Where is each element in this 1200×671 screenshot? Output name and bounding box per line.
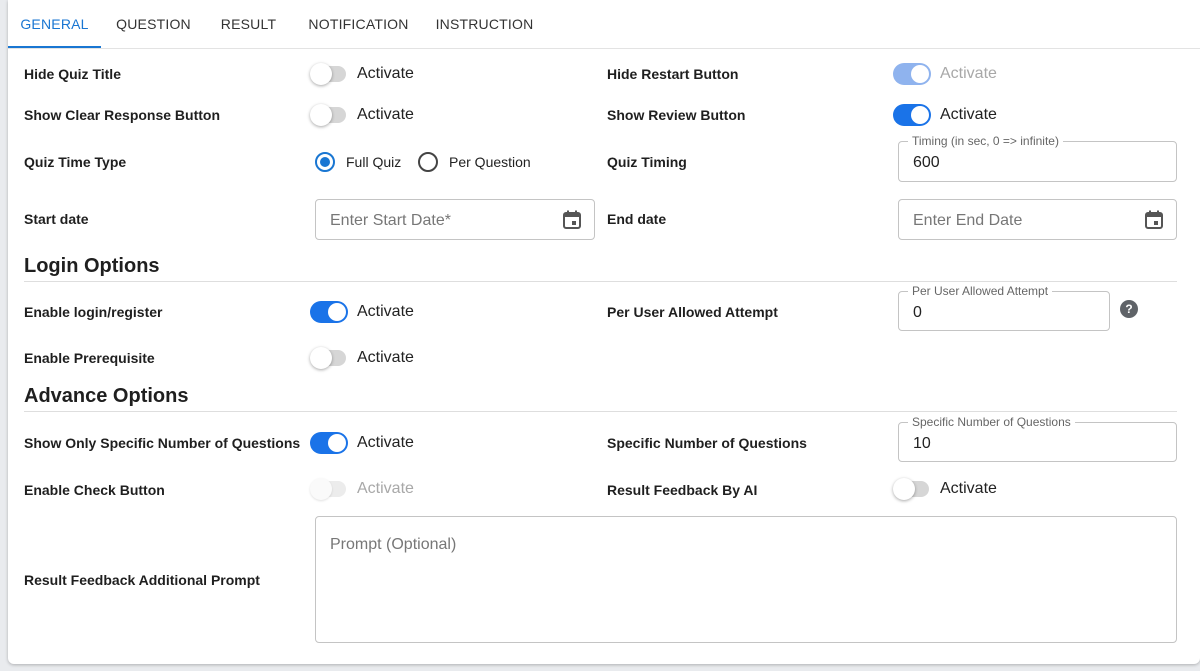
specific-number-field-label: Specific Number of Questions [908,416,1075,428]
advance-options-divider [24,411,1177,412]
end-date-label: End date [607,211,667,227]
login-options-divider [24,281,1177,282]
advance-options-heading: Advance Options [24,385,189,407]
quiz-timing-input[interactable]: Timing (in sec, 0 => infinite) 600 [898,135,1177,182]
question-circle-icon[interactable]: ? [1120,300,1138,318]
enable-prerequisite-switch[interactable] [310,347,348,369]
enable-prerequisite-switch-text: Activate [357,349,414,366]
calendar-icon[interactable] [1145,210,1163,229]
show-review-button-switch[interactable] [893,104,931,126]
calendar-icon[interactable] [563,210,581,229]
per-user-allowed-attempt-value: 0 [913,304,922,321]
tab-result[interactable]: RESULT [206,0,291,48]
active-tab-indicator [8,46,101,48]
result-feedback-by-ai-switch[interactable] [893,478,931,500]
specific-number-of-questions-input[interactable]: Specific Number of Questions 10 [898,416,1177,462]
hide-restart-button-label: Hide Restart Button [607,66,739,82]
tab-instruction[interactable]: INSTRUCTION [430,0,539,48]
per-question-radio-label[interactable]: Per Question [449,154,531,170]
end-date-placeholder: Enter End Date [913,212,1023,229]
show-review-button-switch-text: Activate [940,106,997,123]
enable-login-register-switch-text: Activate [357,303,414,320]
quiz-timing-field-label: Timing (in sec, 0 => infinite) [908,135,1063,147]
per-user-allowed-attempt-input[interactable]: Per User Allowed Attempt 0 [898,285,1110,331]
quiz-time-type-label: Quiz Time Type [24,154,127,170]
additional-prompt-placeholder: Prompt (Optional) [330,536,457,553]
tab-general[interactable]: GENERAL [8,0,101,48]
additional-prompt-label: Result Feedback Additional Prompt [24,572,260,588]
tab-question[interactable]: QUESTION [101,0,206,48]
per-question-radio[interactable] [418,152,438,172]
hide-restart-button-switch-text: Activate [940,65,997,82]
tab-bar: GENERAL QUESTION RESULT NOTIFICATION INS… [8,0,1200,49]
per-user-allowed-attempt-field-label: Per User Allowed Attempt [908,285,1053,297]
specific-number-value: 10 [913,435,931,452]
hide-quiz-title-switch-text: Activate [357,65,414,82]
start-date-label: Start date [24,211,89,227]
tab-notification[interactable]: NOTIFICATION [300,0,417,48]
result-feedback-by-ai-label: Result Feedback By AI [607,482,758,498]
end-date-input[interactable]: Enter End Date [898,199,1177,240]
show-clear-response-switch-text: Activate [357,106,414,123]
show-review-button-label: Show Review Button [607,107,746,123]
enable-login-register-switch[interactable] [310,301,348,323]
start-date-placeholder: Enter Start Date* [330,212,451,229]
start-date-input[interactable]: Enter Start Date* [315,199,595,240]
hide-restart-button-switch[interactable] [893,63,931,85]
show-only-specific-number-switch-text: Activate [357,434,414,451]
show-clear-response-switch[interactable] [310,104,348,126]
show-only-specific-number-label: Show Only Specific Number of Questions [24,435,301,451]
quiz-timing-value: 600 [913,154,940,171]
enable-check-button-label: Enable Check Button [24,482,165,498]
per-user-allowed-attempt-label: Per User Allowed Attempt [607,304,778,320]
enable-prerequisite-label: Enable Prerequisite [24,350,155,366]
hide-quiz-title-switch[interactable] [310,63,348,85]
quiz-timing-label: Quiz Timing [607,154,687,170]
show-only-specific-number-switch[interactable] [310,432,348,454]
hide-quiz-title-label: Hide Quiz Title [24,66,121,82]
enable-check-button-switch[interactable] [310,478,348,500]
login-options-heading: Login Options [24,255,160,277]
full-quiz-radio-label[interactable]: Full Quiz [346,154,401,170]
enable-login-register-label: Enable login/register [24,304,163,320]
specific-number-of-questions-label: Specific Number of Questions [607,435,807,451]
show-clear-response-button-label: Show Clear Response Button [24,107,221,123]
result-feedback-by-ai-switch-text: Activate [940,480,997,497]
additional-prompt-textarea[interactable]: Prompt (Optional) [315,516,1177,643]
full-quiz-radio[interactable] [315,152,335,172]
enable-check-button-switch-text: Activate [357,480,414,497]
